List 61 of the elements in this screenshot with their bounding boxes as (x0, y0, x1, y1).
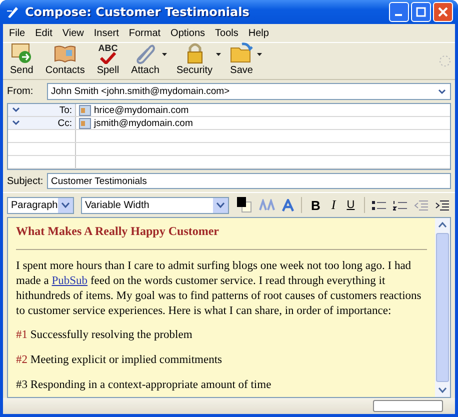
recipient-address[interactable]: hrice@mydomain.com (94, 104, 189, 116)
body-paragraph: I spent more hours than I care to admit surfing blogs one week not too long ago. I had made a PubSub feed on the words customer service. I read through everything it hithundreds of items. My goal was to find patterns of root causes of customers reactions to customer service experiences. Here is what I can share, in order of importance: (16, 259, 422, 319)
menu-item[interactable]: Edit (35, 28, 52, 38)
subject-field[interactable]: Customer Testimonials (47, 173, 451, 189)
menu-item[interactable]: View (62, 28, 84, 38)
recipient-type-dropdown[interactable]: Cc: (8, 117, 76, 129)
numbered-list-icon[interactable] (392, 200, 407, 210)
list-line: #1 Successfully resolving the problem (16, 328, 194, 343)
toolbar-button[interactable]: Contacts (42, 44, 88, 76)
menu-item[interactable]: Tools (215, 28, 238, 38)
window-title: Compose: Customer Testimonials (25, 5, 250, 19)
toolbar-button[interactable]: ABC Spell (94, 44, 122, 76)
menu-item[interactable]: File (9, 28, 26, 38)
dropdown-arrow-icon[interactable] (256, 52, 262, 56)
paperclip-icon (134, 42, 156, 64)
toolbar-button[interactable]: Send (7, 42, 36, 76)
menu-item[interactable]: Help (248, 28, 269, 38)
padlock-icon (184, 42, 204, 64)
dropdown-arrow-icon[interactable] (216, 52, 221, 56)
pubsub-link[interactable]: PubSub (52, 275, 88, 287)
text-color-icon[interactable] (236, 196, 252, 214)
bold-button[interactable]: B (309, 198, 322, 212)
minimize-button[interactable] (389, 2, 409, 22)
message-heading: What Makes A Really Happy Customer (16, 224, 220, 239)
bulleted-list-icon[interactable] (372, 200, 386, 210)
activity-spinner-icon (439, 54, 451, 66)
menu-item[interactable]: Insert (94, 28, 119, 38)
indent-icon[interactable] (434, 200, 449, 210)
toolbar-button[interactable]: Security (173, 42, 216, 76)
from-label: From: (7, 86, 34, 97)
maximize-icon (416, 7, 426, 17)
from-dropdown[interactable]: John Smith <john.smith@mydomain.com> (47, 83, 451, 100)
font-dropdown[interactable]: Variable Width (81, 196, 229, 214)
italic-button[interactable]: I (329, 197, 338, 213)
recipient-type-dropdown[interactable]: To: (8, 104, 76, 116)
menu-item[interactable]: Options (170, 28, 206, 38)
address-book-icon (54, 44, 76, 64)
toolbar-button[interactable]: Save (226, 42, 257, 76)
toolbar-button[interactable]: Attach (128, 42, 162, 76)
list-line: #3 Responding in a context-appropriate amount of time (16, 378, 272, 393)
pen-icon (6, 5, 20, 19)
progress-field (373, 400, 443, 412)
chevron-down-icon (61, 202, 70, 208)
contact-card-icon (79, 104, 91, 116)
subject-label: Subject: (7, 176, 41, 186)
font-size-larger-icon[interactable] (282, 198, 294, 212)
minimize-icon (394, 14, 402, 16)
maximize-button[interactable] (411, 2, 431, 22)
folder-icon (230, 42, 254, 64)
menu-item[interactable]: Format (128, 28, 161, 38)
list-line: #2 Meeting explicit or implied commitments (16, 353, 224, 368)
contact-card-icon (79, 118, 91, 128)
underline-button[interactable]: U (344, 199, 357, 211)
chevron-down-icon (216, 202, 225, 208)
close-icon (438, 7, 448, 17)
close-button[interactable] (433, 2, 453, 22)
chevron-down-icon (437, 86, 447, 96)
dropdown-arrow-icon[interactable] (162, 52, 168, 56)
paragraph-style-dropdown[interactable]: Paragraph (7, 196, 74, 214)
recipient-address[interactable]: jsmith@mydomain.com (94, 118, 193, 128)
vertical-scrollbar[interactable] (435, 218, 450, 397)
